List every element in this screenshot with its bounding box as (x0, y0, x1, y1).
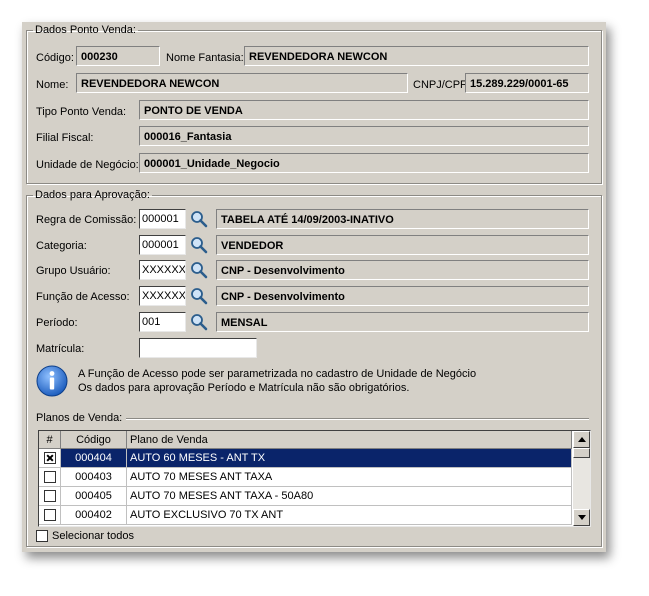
group-aprovacao-legend: Dados para Aprovação: (35, 189, 150, 201)
tipo-ponto-venda-field: PONTO DE VENDA (139, 100, 589, 120)
tipo-ponto-venda-label: Tipo Ponto Venda: (36, 106, 127, 118)
select-all-label: Selecionar todos (52, 530, 134, 542)
nome-fantasia-label: Nome Fantasia: (166, 52, 244, 64)
codigo-field: 000230 (76, 46, 160, 66)
row-checkbox-cell[interactable] (39, 487, 61, 506)
grupo-usuario-label: Grupo Usuário: (36, 265, 111, 277)
header-plano[interactable]: Plano de Venda (127, 431, 572, 449)
group-ponto-venda-legend: Dados Ponto Venda: (35, 24, 136, 36)
cnpj-label: CNPJ/CPF: (413, 79, 470, 91)
nome-fantasia-field: REVENDEDORA NEWCON (244, 46, 589, 66)
table-row[interactable]: 000405 AUTO 70 MESES ANT TAXA - 50A80 (39, 487, 572, 506)
nome-field: REVENDEDORA NEWCON (76, 73, 408, 93)
header-check[interactable]: # (39, 431, 61, 449)
categoria-input[interactable]: 000001 (139, 235, 186, 255)
info-message-line1: A Função de Acesso pode ser parametrizad… (78, 368, 477, 380)
row-plano: AUTO EXCLUSIVO 70 TX ANT (127, 506, 572, 525)
table-row[interactable]: 000404 AUTO 60 MESES - ANT TX (39, 449, 572, 468)
grupo-usuario-desc: CNP - Desenvolvimento (216, 260, 589, 280)
table-row[interactable]: 000402 AUTO EXCLUSIVO 70 TX ANT (39, 506, 572, 525)
row-checkbox-cell[interactable] (39, 449, 61, 468)
regra-comissao-label: Regra de Comissão: (36, 214, 137, 226)
scroll-up-icon (578, 437, 586, 442)
periodo-input[interactable]: 001 (139, 312, 186, 332)
unidade-negocio-field: 000001_Unidade_Negocio (139, 153, 589, 173)
row-checkbox[interactable] (43, 452, 56, 464)
scroll-up-button[interactable] (573, 431, 590, 448)
row-checkbox-cell[interactable] (39, 506, 61, 525)
row-checkbox[interactable] (43, 471, 56, 483)
select-all-box[interactable] (36, 530, 48, 543)
codigo-label: Código: (36, 52, 74, 64)
matricula-input[interactable] (139, 338, 257, 358)
header-codigo[interactable]: Código (61, 431, 127, 449)
scroll-down-icon (578, 515, 586, 520)
row-checkbox[interactable] (43, 509, 56, 521)
search-icon[interactable] (190, 236, 208, 254)
unidade-negocio-label: Unidade de Negócio: (36, 159, 139, 171)
regra-comissao-desc: TABELA ATÉ 14/09/2003-INATIVO (216, 209, 589, 229)
table-header: # Código Plano de Venda (39, 431, 572, 449)
row-codigo: 000403 (61, 468, 127, 487)
funcao-acesso-input[interactable]: XXXXXX (139, 286, 186, 306)
planos-venda-label: Planos de Venda: (36, 412, 123, 424)
categoria-label: Categoria: (36, 240, 87, 252)
row-plano: AUTO 70 MESES ANT TAXA (127, 468, 572, 487)
row-codigo: 000404 (61, 449, 127, 468)
search-icon[interactable] (190, 313, 208, 331)
row-checkbox-cell[interactable] (39, 468, 61, 487)
scroll-thumb[interactable] (573, 448, 590, 458)
periodo-label: Período: (36, 317, 78, 329)
table-scrollbar[interactable] (573, 431, 590, 526)
funcao-acesso-label: Função de Acesso: (36, 291, 130, 303)
filial-fiscal-label: Filial Fiscal: (36, 132, 94, 144)
funcao-acesso-desc: CNP - Desenvolvimento (216, 286, 589, 306)
info-message-line2: Os dados para aprovação Período e Matríc… (78, 382, 410, 394)
categoria-desc: VENDEDOR (216, 235, 589, 255)
row-plano: AUTO 70 MESES ANT TAXA - 50A80 (127, 487, 572, 506)
cnpj-field: 15.289.229/0001-65 (465, 73, 589, 93)
row-codigo: 000405 (61, 487, 127, 506)
nome-label: Nome: (36, 79, 69, 91)
planos-venda-table: # Código Plano de Venda 000404 AUTO 60 M… (38, 430, 591, 527)
filial-fiscal-field: 000016_Fantasia (139, 126, 589, 146)
form-window: Dados Ponto Venda: Código: 000230 Nome F… (22, 22, 606, 552)
search-icon[interactable] (190, 210, 208, 228)
row-plano: AUTO 60 MESES - ANT TX (127, 449, 572, 468)
row-checkbox[interactable] (43, 490, 56, 502)
regra-comissao-input[interactable]: 000001 (139, 209, 186, 229)
scroll-down-button[interactable] (573, 509, 590, 526)
matricula-label: Matrícula: (36, 343, 85, 355)
planos-venda-divider (126, 418, 589, 420)
select-all-checkbox[interactable]: Selecionar todos (36, 530, 134, 543)
table-row[interactable]: 000403 AUTO 70 MESES ANT TAXA (39, 468, 572, 487)
search-icon[interactable] (190, 287, 208, 305)
grupo-usuario-input[interactable]: XXXXXX (139, 260, 186, 280)
search-icon[interactable] (190, 261, 208, 279)
periodo-desc: MENSAL (216, 312, 589, 332)
info-icon (36, 365, 68, 397)
row-codigo: 000402 (61, 506, 127, 525)
